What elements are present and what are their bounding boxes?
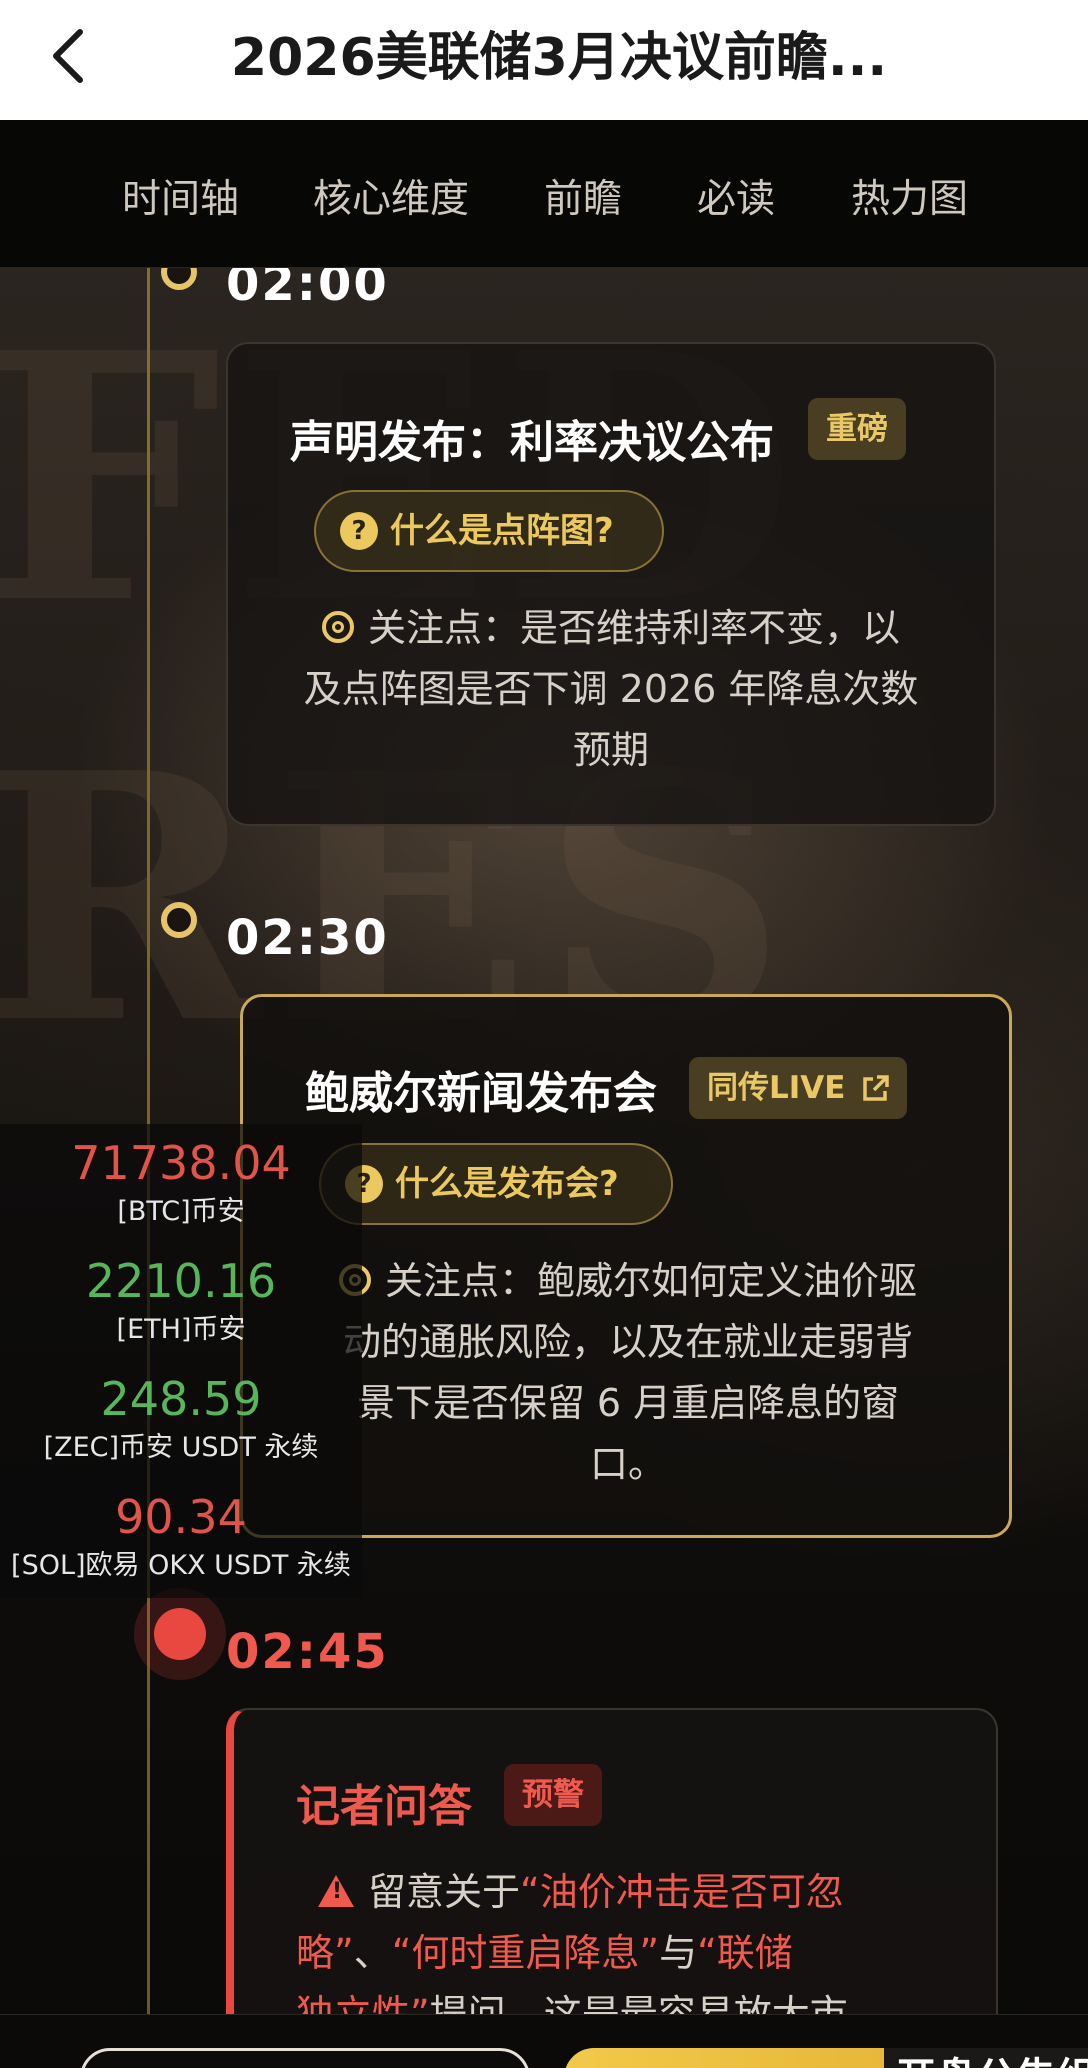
tab-outlook[interactable]: 前瞻 bbox=[544, 168, 622, 224]
tab-must-read[interactable]: 必读 bbox=[697, 168, 775, 224]
event-time: 02:45 bbox=[226, 1624, 389, 1680]
tab-bar: 时间轴 核心维度 前瞻 必读 热力图 bbox=[0, 120, 1088, 268]
timeline-node-active bbox=[154, 1608, 206, 1660]
focus-line: 及点阵图是否下调 2026 年降息次数 bbox=[303, 667, 919, 711]
event-title: 记者问答 bbox=[296, 1781, 472, 1832]
dot-plot-explainer-button[interactable]: ? 什么是点阵图? bbox=[314, 490, 664, 572]
pill-label: 什么是发布会? bbox=[395, 1164, 619, 1204]
btc-price: 71738.04 bbox=[71, 1136, 291, 1190]
zec-price: 248.59 bbox=[100, 1372, 262, 1426]
focus-text: 关注点：是否维持利率不变，以 及点阵图是否下调 2026 年降息次数 预期 bbox=[248, 598, 974, 781]
bottom-label[interactable]: 开盘公告组 bbox=[884, 2048, 1088, 2068]
target-icon bbox=[321, 610, 354, 643]
price-ticker-overlay[interactable]: 71738.04 [BTC]币安 2210.16 [ETH]币安 248.59 … bbox=[0, 1124, 362, 1598]
primary-action-button[interactable] bbox=[564, 2048, 884, 2068]
focus-line: 景下是否保留 6 月重启降息的窗 bbox=[356, 1381, 900, 1425]
tab-heatmap[interactable]: 热力图 bbox=[851, 168, 968, 224]
eth-price: 2210.16 bbox=[85, 1254, 277, 1308]
live-translation-badge[interactable]: 同传LIVE bbox=[689, 1057, 908, 1119]
back-button[interactable] bbox=[40, 24, 104, 88]
zec-label: [ZEC]币安 USDT 永续 bbox=[43, 1432, 319, 1463]
warning-triangle-icon: ! bbox=[318, 1875, 354, 1907]
event-time: 02:30 bbox=[226, 910, 389, 966]
secondary-action-button[interactable] bbox=[80, 2048, 530, 2068]
focus-line: 预期 bbox=[572, 728, 649, 772]
btc-label: [BTC]币安 bbox=[117, 1196, 245, 1227]
badge-label: 同传LIVE bbox=[707, 1070, 846, 1106]
warning-badge: 预警 bbox=[504, 1764, 602, 1826]
page: 2026美联储3月决议前瞻... 时间轴 核心维度 前瞻 必读 热力图 FEDR… bbox=[0, 0, 1088, 2068]
top-bar: 2026美联储3月决议前瞻... bbox=[0, 0, 1088, 120]
importance-badge: 重磅 bbox=[808, 398, 906, 460]
tab-timeline[interactable]: 时间轴 bbox=[122, 168, 239, 224]
press-conference-explainer-button[interactable]: ? 什么是发布会? bbox=[319, 1143, 673, 1225]
focus-text: 关注点：鲍威尔如何定义油价驱 动的通胀风险，以及在就业走弱背 景下是否保留 6 … bbox=[253, 1251, 1003, 1495]
event-title: 鲍威尔新闻发布会 bbox=[305, 1068, 657, 1119]
focus-line: 动的通胀风险，以及在就业走弱背 bbox=[342, 1320, 913, 1364]
external-link-icon bbox=[863, 1075, 890, 1101]
eth-label: [ETH]币安 bbox=[116, 1314, 246, 1345]
event-title: 声明发布：利率决议公布 bbox=[290, 417, 774, 468]
timeline-node bbox=[161, 902, 197, 938]
sol-label: [SOL]欧易 OKX USDT 永续 bbox=[11, 1550, 351, 1581]
sol-price: 90.34 bbox=[115, 1490, 247, 1544]
focus-line: 关注点：鲍威尔如何定义油价驱 bbox=[253, 1251, 1003, 1312]
pill-label: 什么是点阵图? bbox=[390, 511, 614, 551]
event-card-statement[interactable]: 声明发布：利率决议公布 重磅 ? 什么是点阵图? 关注点：是否维持利率不变，以 … bbox=[226, 342, 996, 826]
tab-core-dimensions[interactable]: 核心维度 bbox=[313, 168, 469, 224]
focus-line: 关注点：是否维持利率不变，以 bbox=[248, 598, 974, 659]
page-title: 2026美联储3月决议前瞻... bbox=[230, 28, 888, 88]
chevron-left-icon bbox=[53, 29, 83, 83]
question-circle-icon: ? bbox=[340, 512, 378, 550]
focus-line: 口。 bbox=[589, 1442, 666, 1486]
